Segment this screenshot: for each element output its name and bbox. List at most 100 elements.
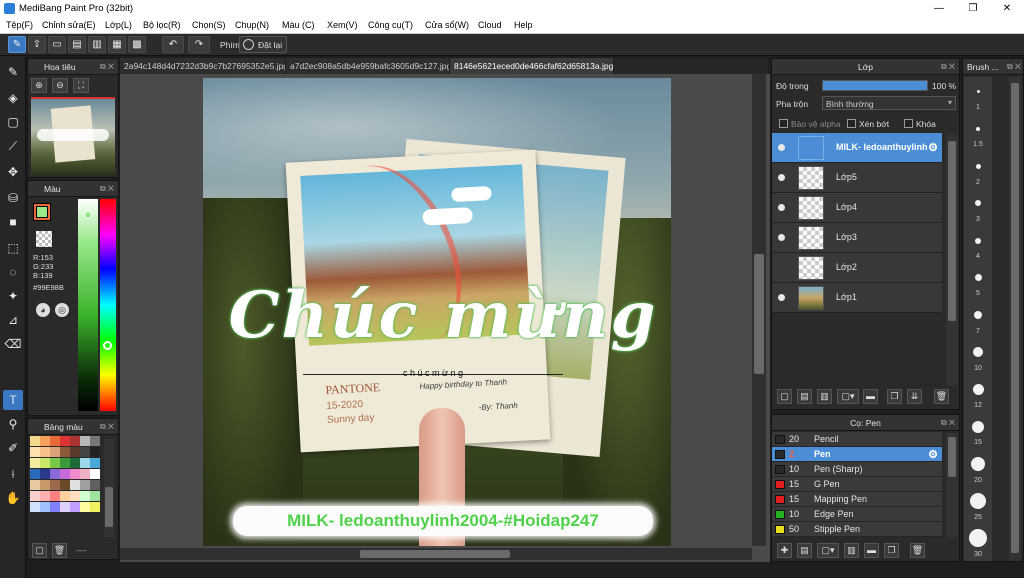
brush-property-icon[interactable]: ▥ [844,543,859,558]
foreground-color-swatch[interactable] [36,206,48,218]
palette-swatch[interactable] [40,458,50,468]
fill-rect-tool-icon[interactable]: ■ [3,212,23,232]
add-layer-menu-icon[interactable]: ▢▾ [837,389,859,404]
canvas-horizontal-scrollbar[interactable] [120,548,752,560]
brush-scrollbar[interactable] [946,433,958,537]
color-picker-icon[interactable]: ◎ [55,303,69,317]
brush-size-dot[interactable] [976,126,980,131]
brush-folder-icon[interactable]: ▬ [864,543,879,558]
palette-swatch[interactable] [70,502,80,512]
brush-size-dot[interactable] [974,274,982,282]
panel-menu-icon[interactable]: ⧉ ✕ [100,419,114,435]
document-icon[interactable]: ▥ [88,36,106,53]
palette-swatch[interactable] [70,469,80,479]
gear-icon[interactable]: ⚙ [928,141,938,154]
navigator-preview[interactable] [31,97,115,175]
palette-swatch[interactable] [80,436,90,446]
hue-slider[interactable] [100,199,116,411]
new-1bit-layer-icon[interactable]: ▥ [817,389,832,404]
visibility-eye-icon[interactable] [778,294,785,301]
palette-swatch[interactable] [70,458,80,468]
undo-icon[interactable]: ↶ [162,36,184,53]
select-rect-tool-icon[interactable]: ⬚ [3,238,23,258]
palette-swatch[interactable] [70,447,80,457]
comment-icon[interactable]: ▭ [48,36,66,53]
close-button[interactable]: ✕ [990,0,1024,17]
visibility-eye-icon[interactable] [778,174,785,181]
palette-swatch[interactable] [50,502,60,512]
layer-row[interactable]: Lớp5 [772,163,942,193]
redo-icon[interactable]: ↷ [188,36,210,53]
brush-size-dot[interactable] [974,311,982,319]
tab-document-1[interactable]: 2a94c148d4d7232d3b9c7b27695352e5.jpg [120,58,286,74]
palette-swatch[interactable] [90,447,100,457]
brush-size-dot[interactable] [969,529,987,548]
delete-palette-icon[interactable]: 🗑 [52,543,67,558]
visibility-eye-icon[interactable] [778,234,785,241]
palette-swatch[interactable] [50,436,60,446]
palette-swatch[interactable] [50,447,60,457]
palette-swatch[interactable] [80,469,90,479]
brush-mode-icon[interactable]: ✎ [8,36,26,53]
chat-icon[interactable]: ▤ [68,36,86,53]
menu-snap[interactable]: Chụp(N) [235,20,269,30]
layer-row[interactable]: Lớp4 [772,193,942,223]
palette-swatch[interactable] [40,491,50,501]
palette-swatch[interactable] [30,458,40,468]
delete-brush-icon[interactable]: 🗑 [910,543,925,558]
palette-swatch[interactable] [90,469,100,479]
palette-swatch[interactable] [80,502,90,512]
brush-size-dot[interactable] [975,163,981,169]
brush-size-dot[interactable] [975,237,981,244]
palette-swatch[interactable] [90,502,100,512]
palette-scrollbar[interactable] [104,439,114,537]
minimize-button[interactable]: — [922,0,956,17]
palette-swatch[interactable] [80,447,90,457]
palette-swatch[interactable] [50,491,60,501]
drawing-canvas[interactable]: PANTONE 15-2020 Sunny day Happy birthday… [203,78,671,546]
palette-swatch[interactable] [60,436,70,446]
menu-color[interactable]: Màu (C) [282,20,315,30]
hue-handle[interactable] [103,341,112,350]
menu-layer[interactable]: Lớp(L) [105,20,132,30]
palette-swatch[interactable] [50,480,60,490]
brush-size-dot[interactable] [976,90,980,94]
hand-tool-icon[interactable]: ✋ [3,488,23,508]
brush-row[interactable]: 50 Stipple Pen [772,522,942,537]
palette-swatch[interactable] [30,502,40,512]
palette-swatch[interactable] [30,436,40,446]
eyedropper-tool-icon[interactable]: ⟊ [3,464,23,484]
brush-row[interactable]: 10 Pen (Sharp) [772,462,942,477]
lock-checkbox[interactable] [904,119,913,128]
move-tool-icon[interactable]: ✥ [3,162,23,182]
palette-swatch[interactable] [70,436,80,446]
brush-menu-icon[interactable]: ▢▾ [817,543,839,558]
palette-swatch[interactable] [40,502,50,512]
brush-size-scrollbar[interactable] [1009,77,1021,561]
layer-row[interactable]: Lớp3 [772,223,942,253]
rectangle-tool-icon[interactable]: ▢ [3,112,23,132]
palette-swatch[interactable] [30,447,40,457]
palette-swatch[interactable] [80,491,90,501]
menu-file[interactable]: Tệp(F) [6,20,33,30]
new-palette-icon[interactable]: ▢ [32,543,47,558]
tab-document-3[interactable]: 8146e5621eced0de466cfaf62d65813a.jpg [450,58,614,74]
share-icon[interactable]: ⇪ [28,36,46,53]
new-layer-icon[interactable]: ▢ [777,389,792,404]
operation-tool-icon[interactable]: ⚲ [3,414,23,434]
menu-select[interactable]: Chọn(S) [192,20,226,30]
brush-row[interactable]: 15 Mapping Pen [772,492,942,507]
menu-edit[interactable]: Chỉnh sửa(E) [42,20,96,30]
folder-icon[interactable]: ▬ [863,389,878,404]
panel-icon[interactable]: ▦ [108,36,126,53]
palette-swatch[interactable] [90,491,100,501]
palette-swatch[interactable] [60,502,70,512]
menu-view[interactable]: Xem(V) [327,20,358,30]
text-tool-icon[interactable]: T [3,390,23,410]
blend-mode-select[interactable]: Bình thường ▾ [822,96,956,110]
blur-tool-icon[interactable]: ✐ [3,438,23,458]
add-brush-icon[interactable]: ✚ [777,543,792,558]
visibility-eye-icon[interactable] [778,204,785,211]
menu-window[interactable]: Cửa sổ(W) [425,20,469,30]
reset-button[interactable]: Đặt lại [239,36,287,53]
